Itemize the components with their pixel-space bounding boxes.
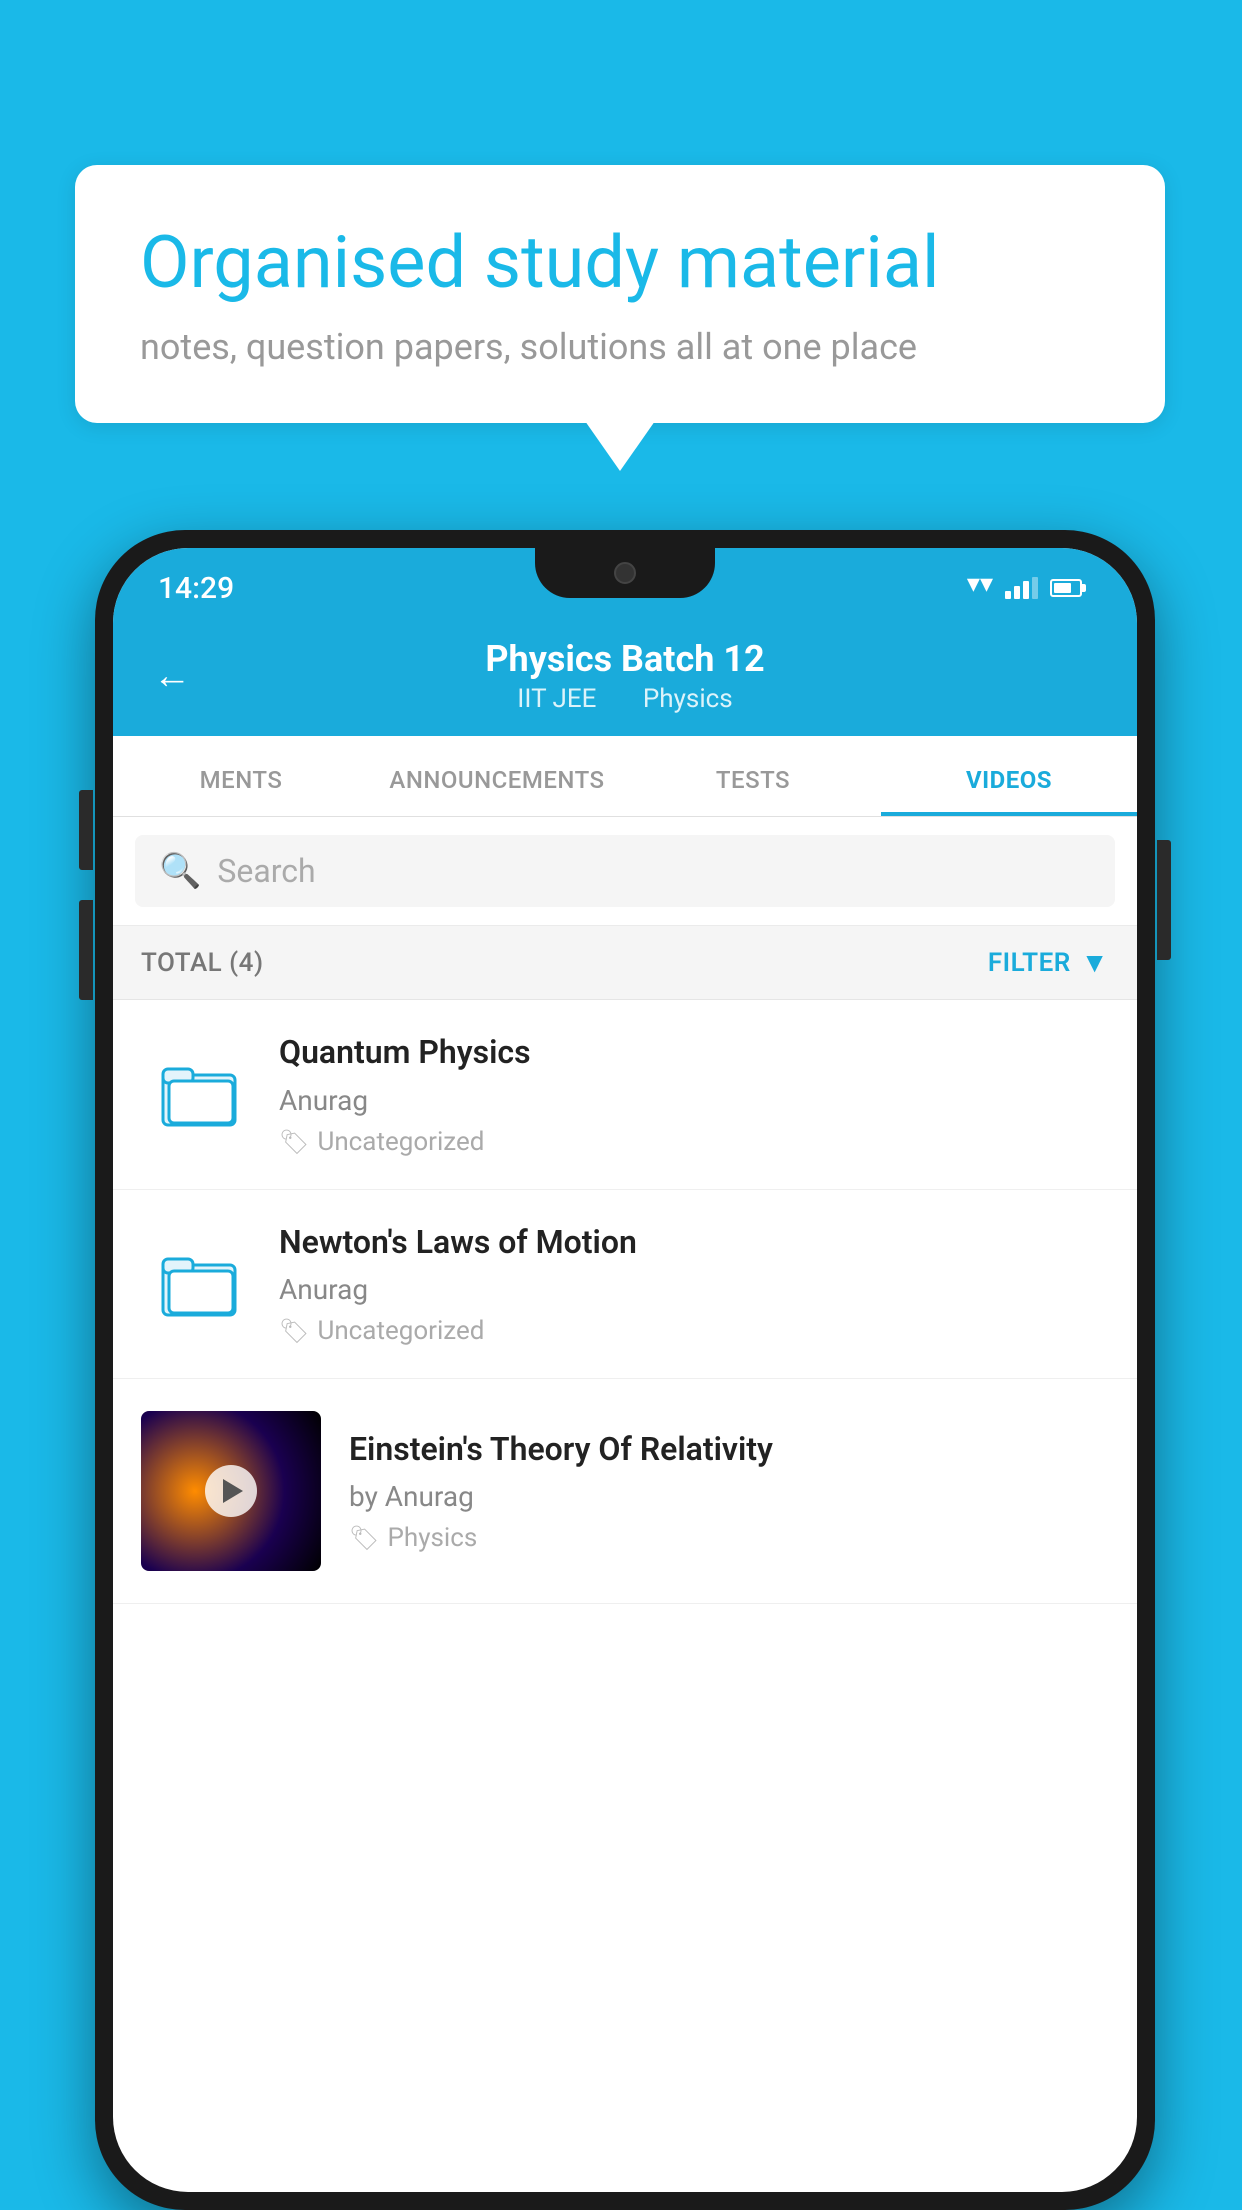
folder-icon	[161, 1059, 241, 1129]
list-item[interactable]: Newton's Laws of Motion Anurag 🏷 Uncateg…	[113, 1190, 1137, 1380]
filter-button[interactable]: FILTER ▼	[988, 946, 1109, 979]
list-item[interactable]: Quantum Physics Anurag 🏷 Uncategorized	[113, 1000, 1137, 1190]
tabs-bar: MENTS ANNOUNCEMENTS TESTS VIDEOS	[113, 736, 1137, 817]
tag-icon: 🏷	[349, 1524, 379, 1552]
total-count: TOTAL (4)	[141, 948, 264, 978]
video-info: Newton's Laws of Motion Anurag 🏷 Uncateg…	[279, 1222, 1109, 1347]
tag-icon: 🏷	[279, 1128, 309, 1156]
search-placeholder: Search	[217, 852, 315, 890]
search-bar: 🔍 Search	[113, 817, 1137, 926]
tab-ments[interactable]: MENTS	[113, 736, 369, 816]
header-title-group: Physics Batch 12 IIT JEE Physics	[485, 638, 764, 714]
search-input-wrap[interactable]: 🔍 Search	[135, 835, 1115, 907]
play-icon	[223, 1479, 243, 1503]
subtitle-iitjee: IIT JEE	[517, 684, 596, 714]
tab-videos[interactable]: VIDEOS	[881, 736, 1137, 816]
video-author: Anurag	[279, 1273, 1109, 1306]
page-title: Physics Batch 12	[485, 638, 764, 680]
folder-icon	[161, 1249, 241, 1319]
folder-icon-wrap	[141, 1249, 251, 1319]
bubble-title: Organised study material	[140, 220, 1100, 306]
video-list: Quantum Physics Anurag 🏷 Uncategorized	[113, 1000, 1137, 1604]
video-title: Newton's Laws of Motion	[279, 1222, 1109, 1264]
video-author: Anurag	[279, 1084, 1109, 1117]
video-tag: 🏷 Physics	[349, 1523, 1109, 1553]
wifi-icon: ▾▾	[967, 577, 993, 599]
app-header: ← Physics Batch 12 IIT JEE Physics	[113, 620, 1137, 736]
status-icons: ▾▾	[967, 577, 1082, 599]
battery-icon	[1050, 579, 1082, 597]
video-title: Einstein's Theory Of Relativity	[349, 1429, 1109, 1471]
video-author: by Anurag	[349, 1480, 1109, 1513]
folder-icon-wrap	[141, 1059, 251, 1129]
tab-announcements[interactable]: ANNOUNCEMENTS	[369, 736, 625, 816]
bubble-subtitle: notes, question papers, solutions all at…	[140, 326, 1100, 368]
video-info: Einstein's Theory Of Relativity by Anura…	[349, 1429, 1109, 1554]
status-time: 14:29	[158, 571, 234, 606]
phone-outer: 14:29 ▾▾	[95, 530, 1155, 2210]
power-button	[1157, 840, 1171, 960]
back-button[interactable]: ←	[153, 654, 191, 698]
signal-icon	[1005, 577, 1038, 599]
subtitle-physics: Physics	[643, 684, 733, 714]
volume-down-button	[79, 900, 93, 1000]
video-title: Quantum Physics	[279, 1032, 1109, 1074]
video-thumbnail	[141, 1411, 321, 1571]
tab-tests[interactable]: TESTS	[625, 736, 881, 816]
video-info: Quantum Physics Anurag 🏷 Uncategorized	[279, 1032, 1109, 1157]
video-tag: 🏷 Uncategorized	[279, 1127, 1109, 1157]
filter-icon: ▼	[1081, 946, 1109, 979]
video-tag: 🏷 Uncategorized	[279, 1316, 1109, 1346]
phone-mockup: 14:29 ▾▾	[95, 530, 1155, 2210]
phone-screen: 14:29 ▾▾	[113, 548, 1137, 2192]
tag-icon: 🏷	[279, 1317, 309, 1345]
camera-icon	[614, 562, 636, 584]
volume-up-button	[79, 790, 93, 870]
play-button[interactable]	[205, 1465, 257, 1517]
header-subtitle: IIT JEE Physics	[485, 684, 764, 714]
filter-bar: TOTAL (4) FILTER ▼	[113, 926, 1137, 1000]
search-icon: 🔍	[159, 851, 201, 891]
phone-notch	[535, 548, 715, 598]
list-item[interactable]: Einstein's Theory Of Relativity by Anura…	[113, 1379, 1137, 1604]
speech-bubble: Organised study material notes, question…	[75, 165, 1165, 423]
